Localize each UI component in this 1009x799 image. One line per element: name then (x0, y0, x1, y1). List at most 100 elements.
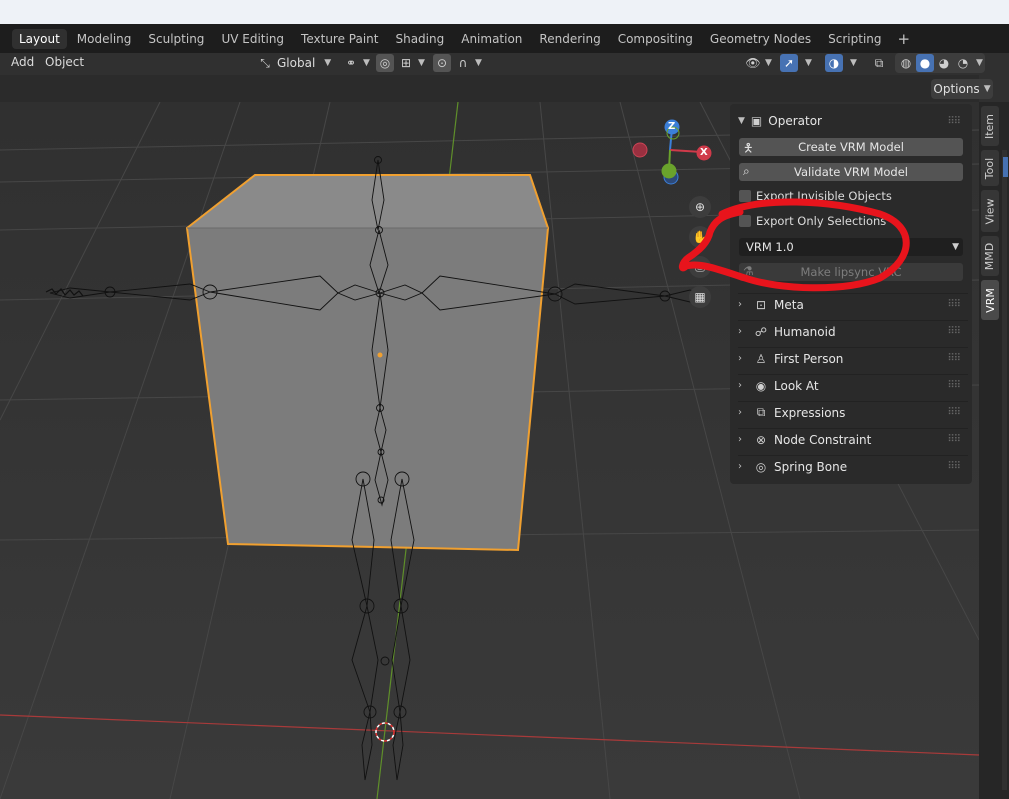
panel-humanoid-label: Humanoid (774, 324, 836, 339)
panel-node-constraint-label: Node Constraint (774, 432, 872, 447)
gizmo-x-label[interactable]: X (700, 147, 708, 158)
tab-item-label: Item (983, 113, 997, 139)
drag-grip-icon[interactable]: ⠿⠿ (947, 434, 961, 445)
tab-sculpting[interactable]: Sculpting (141, 29, 211, 49)
make-lipsync-label: Make lipsync VRC (800, 265, 902, 279)
panel-first-person[interactable]: › ♙ First Person ⠿⠿ (738, 347, 968, 369)
panel-humanoid[interactable]: › ☍ Humanoid ⠿⠿ (738, 320, 968, 342)
orientation-icon: ⤡ (260, 56, 270, 70)
xray-toggle[interactable]: ⧉ (870, 53, 888, 73)
solid-shading-icon[interactable]: ● (916, 54, 934, 72)
sidebar-tab-mmd[interactable]: MMD (981, 236, 999, 276)
panel-spring-bone[interactable]: › ◎ Spring Bone ⠿⠿ (738, 455, 968, 477)
gizmo-neg-x (632, 142, 648, 158)
falloff-icon[interactable]: ∩ (454, 54, 472, 72)
drag-grip-icon[interactable]: ⠿⠿ (947, 407, 961, 418)
wireframe-shading-icon[interactable]: ◍ (897, 54, 915, 72)
create-vrm-model-label: Create VRM Model (798, 140, 904, 154)
export-invisible-label: Export Invisible Objects (756, 189, 892, 203)
tab-rendering[interactable]: Rendering (532, 29, 607, 49)
drag-grip-icon[interactable]: ⠿⠿ (947, 326, 961, 337)
zoom-icon[interactable]: ⊕ (689, 196, 711, 218)
menu-object[interactable]: Object (45, 55, 84, 69)
add-workspace-button[interactable]: + (892, 30, 917, 48)
tab-geometry-nodes[interactable]: Geometry Nodes (703, 29, 818, 49)
scrollbar-highlight (1003, 157, 1008, 177)
tab-modeling[interactable]: Modeling (70, 29, 139, 49)
gizmo-icon[interactable]: ➚ (780, 54, 798, 72)
sidebar-tab-tool[interactable]: Tool (981, 150, 999, 186)
proportional-editing[interactable]: ⊙ ∩ ▼ (433, 53, 482, 73)
tab-uv-editing[interactable]: UV Editing (214, 29, 291, 49)
make-lipsync-button[interactable]: ⚗ Make lipsync VRC (739, 263, 963, 281)
drag-grip-icon[interactable]: ⠿⠿ (947, 353, 961, 364)
drag-grip-icon[interactable]: ⠿⠿ (947, 461, 961, 472)
panel-spring-bone-label: Spring Bone (774, 459, 848, 474)
vrm-version-value: VRM 1.0 (746, 240, 794, 254)
ortho-grid-icon[interactable]: ▦ (689, 286, 711, 308)
shape-keys-icon: ⧉ (756, 405, 766, 419)
chevron-down-icon: ▼ (805, 58, 812, 68)
visibility-dropdown[interactable]: 👁 ▼ (744, 53, 772, 73)
proportional-edit-icon[interactable]: ⊙ (433, 54, 451, 72)
panel-meta[interactable]: › ⊡ Meta ⠿⠿ (738, 293, 968, 315)
sidebar-tab-view[interactable]: View (981, 190, 999, 232)
sidebar-tab-vrm[interactable]: VRM (981, 280, 999, 320)
tab-texture-paint[interactable]: Texture Paint (294, 29, 385, 49)
export-only-selections-checkbox[interactable]: Export Only Selections (739, 213, 886, 229)
vrm-version-select[interactable]: VRM 1.0 ▼ (739, 238, 963, 256)
tab-scripting[interactable]: Scripting (821, 29, 888, 49)
validate-vrm-model-label: Validate VRM Model (794, 165, 908, 179)
tab-animation[interactable]: Animation (454, 29, 529, 49)
export-invisible-checkbox[interactable]: Export Invisible Objects (739, 188, 892, 204)
drag-grip-icon[interactable]: ⠿⠿ (947, 116, 961, 127)
viewport-header: Add Object ⤡ Global ▼ ⚭ ▼ ◎ ⊞ ▼ ⊙ ∩ ▼ 👁 … (0, 53, 1009, 75)
chevron-down-icon: ▼ (850, 58, 857, 68)
overlays-icon[interactable]: ◑ (825, 54, 843, 72)
transform-orientation-dropdown[interactable]: ⤡ Global ▼ (256, 53, 331, 73)
snap-increment-icon[interactable]: ⊞ (397, 54, 415, 72)
panel-meta-label: Meta (774, 297, 804, 312)
xray-icon[interactable]: ⧉ (870, 54, 888, 72)
operator-title: Operator (768, 114, 822, 128)
panel-expressions[interactable]: › ⧉ Expressions ⠿⠿ (738, 401, 968, 423)
title-strip (0, 0, 1009, 24)
tab-shading[interactable]: Shading (388, 29, 451, 49)
chevron-down-icon[interactable]: ▼ (976, 58, 983, 68)
search-icon: ⌕ (743, 164, 750, 178)
options-dropdown[interactable]: Options ▼ (931, 79, 993, 99)
menu-add[interactable]: Add (11, 55, 34, 69)
gizmo-z-label[interactable]: Z (668, 121, 675, 132)
chevron-down-icon: ▼ (738, 116, 745, 126)
right-scrollbar[interactable] (1002, 150, 1007, 790)
chevron-down-icon: ▼ (418, 58, 425, 68)
snap-controls[interactable]: ◎ ⊞ ▼ (376, 53, 425, 73)
operator-panel-header[interactable]: ▼ ▣ Operator ⠿⠿ (738, 109, 968, 133)
panel-node-constraint[interactable]: › ⊗ Node Constraint ⠿⠿ (738, 428, 968, 450)
create-vrm-model-button[interactable]: 🯅 Create VRM Model (739, 138, 963, 156)
gizmo-toggle[interactable]: ➚ ▼ (780, 53, 812, 73)
validate-vrm-model-button[interactable]: ⌕ Validate VRM Model (739, 163, 963, 181)
rendered-shading-icon[interactable]: ◔ (954, 54, 972, 72)
export-only-selections-label: Export Only Selections (756, 214, 887, 228)
tab-layout[interactable]: Layout (12, 28, 67, 49)
tab-vrm-label: VRM (983, 287, 997, 313)
material-shading-icon[interactable]: ◕ (935, 54, 953, 72)
chevron-down-icon: ▼ (952, 242, 959, 252)
chevron-right-icon: › (738, 353, 742, 364)
overlays-toggle[interactable]: ◑ ▼ (825, 53, 857, 73)
drag-grip-icon[interactable]: ⠿⠿ (947, 380, 961, 391)
pivot-dropdown[interactable]: ⚭ ▼ (342, 53, 370, 73)
sidebar-tab-item[interactable]: Item (981, 106, 999, 146)
viewport-subheader: Options ▼ (0, 75, 993, 102)
pan-hand-icon[interactable]: ✋ (689, 226, 711, 248)
tab-compositing[interactable]: Compositing (611, 29, 700, 49)
panel-look-at[interactable]: › ◉ Look At ⠿⠿ (738, 374, 968, 396)
humanoid-icon: ☍ (754, 324, 768, 339)
camera-icon[interactable]: ⎙ (689, 256, 711, 278)
drag-grip-icon[interactable]: ⠿⠿ (947, 299, 961, 310)
sidebar-panel: ▼ ▣ Operator ⠿⠿ 🯅 Create VRM Model ⌕ Val… (730, 104, 972, 484)
snap-icon[interactable]: ◎ (376, 54, 394, 72)
workspace-tabs: Layout Modeling Sculpting UV Editing Tex… (0, 24, 1009, 53)
chevron-right-icon: › (738, 434, 742, 445)
